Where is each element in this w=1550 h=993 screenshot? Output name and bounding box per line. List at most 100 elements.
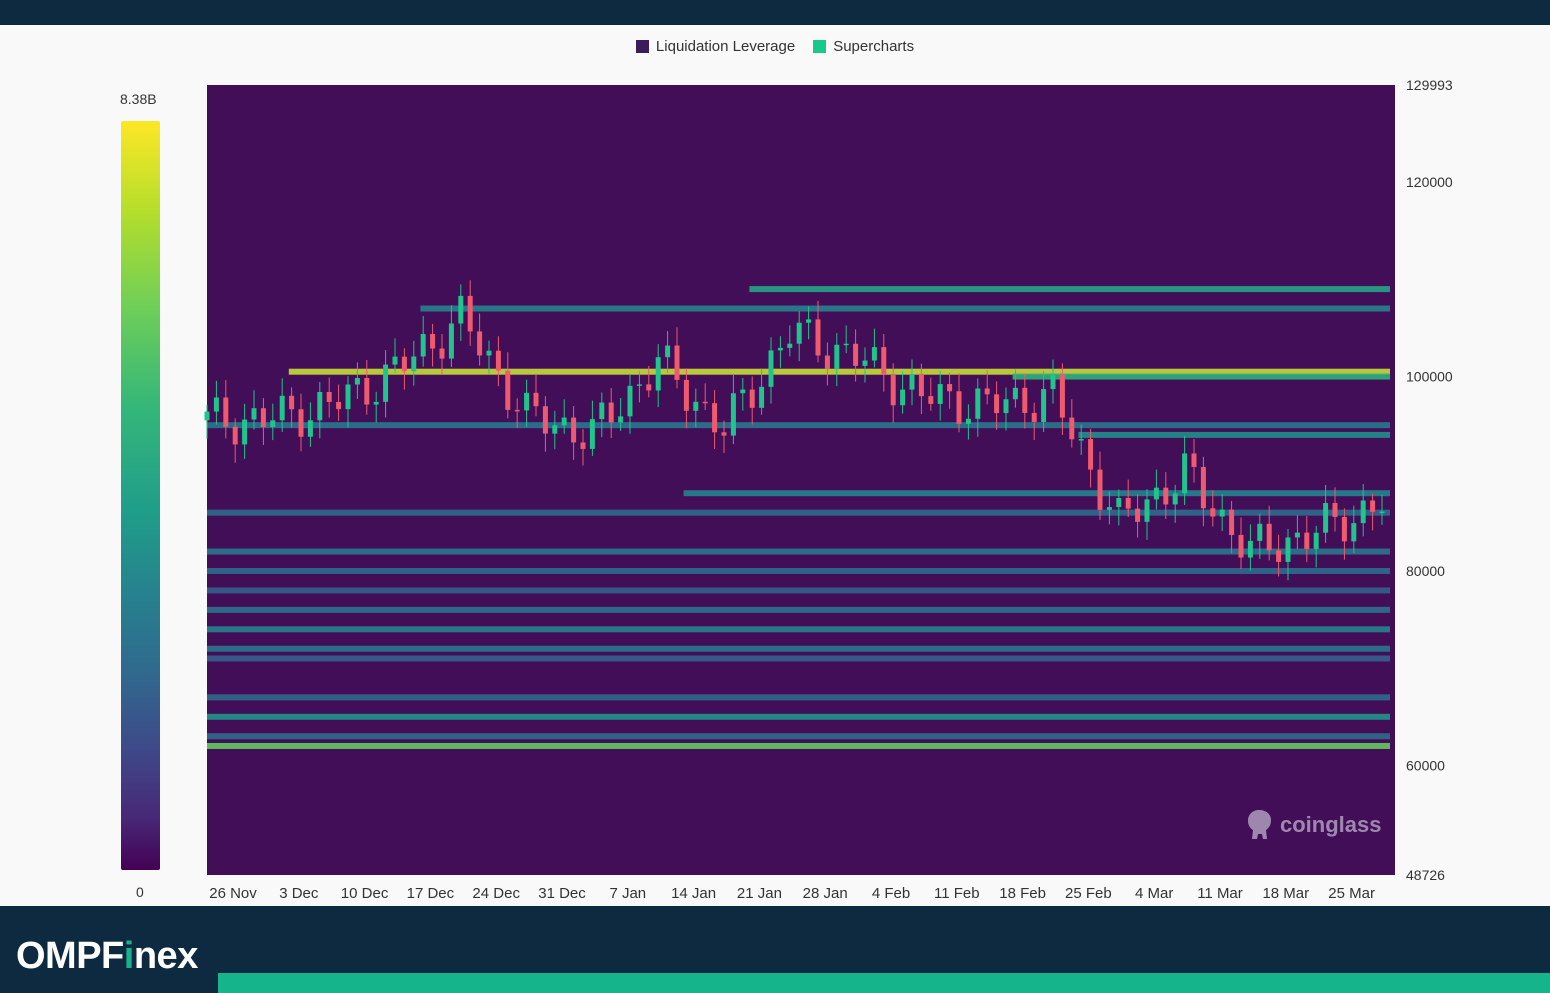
candle-body [815,319,821,356]
candle-body [1210,508,1216,517]
candle-body [674,345,680,380]
candle-body [890,375,896,406]
candle-body [204,411,210,421]
liquidation-band [207,422,1390,429]
candle-body [956,391,962,424]
x-tick-label: 11 Feb [934,885,980,902]
x-tick-label: 28 Jan [803,885,848,902]
candle-body [994,394,1000,414]
liquidation-band [207,694,1390,701]
candle-body [777,347,783,351]
candle-body [1125,498,1131,509]
candle-body [336,401,342,410]
candle-body [345,384,351,410]
candle-body [721,432,727,436]
candle-body [326,392,332,402]
candle-body [317,392,323,421]
candle-body [1238,535,1244,558]
candle-body [702,401,708,404]
candle-body [1059,375,1065,418]
liquidation-band [1078,431,1390,438]
liquidation-band [207,713,1390,720]
candle-body [796,322,802,344]
candle-body [1088,439,1094,470]
candle-body [505,370,511,410]
heatmap-chart[interactable]: 129993 120000 100000 80000 60000 48726 26 Nov… [0,0,1550,993]
liquidation-band [1012,373,1390,380]
candle-body [1078,439,1084,441]
candle-body [1097,469,1103,510]
candle-body [947,384,953,392]
x-tick-label: 24 Dec [472,885,520,902]
y-tick-label: 120000 [1406,174,1453,190]
candle-body [627,385,633,417]
candle-body [824,355,830,369]
candle-body [1379,511,1385,514]
candle-body [279,395,285,421]
candle-body [383,364,389,402]
candle-body [1351,523,1357,542]
candle-body [759,386,765,408]
candle-body [364,378,370,405]
x-tick-label: 11 Mar [1197,885,1243,902]
candle-body [552,425,558,434]
x-tick-label: 17 Dec [407,885,455,902]
candle-body [307,420,313,437]
candle-body [477,331,483,356]
candle-body [298,409,304,437]
candle-body [1022,387,1028,413]
candle-body [683,379,689,411]
candle-body [392,356,398,365]
candle-body [439,348,445,359]
candle-body [251,408,257,420]
liquidation-band [207,567,1390,574]
x-tick-label: 3 Dec [279,885,319,902]
candle-body [1276,550,1282,562]
candle-body [1219,509,1225,517]
candle-body [730,393,736,436]
candle-body [834,344,840,369]
candle-body [1285,537,1291,562]
candle-body [806,319,812,323]
candle-body [871,347,877,361]
candle-body [1135,508,1141,522]
y-tick-label: 60000 [1406,757,1445,773]
candle-body [289,395,295,410]
candle-body [928,396,934,404]
candle-body [1031,412,1037,422]
candle-body [373,401,379,405]
candle-body [1294,532,1300,538]
candle-body [636,384,642,386]
candle-body [1163,487,1169,505]
candle-body [223,397,229,427]
candle-body [458,295,464,324]
x-tick-label: 26 Nov [209,885,257,902]
liquidation-band [207,587,1390,594]
x-tick-label: 7 Jan [609,885,646,902]
candle-body [1332,503,1338,517]
footer-accent-stripe [218,973,1550,993]
candle-body [853,343,859,366]
candle-body [1069,417,1075,440]
y-tick-label: 48726 [1406,867,1445,883]
liquidation-band [207,645,1390,652]
candle-body [655,357,661,391]
candle-body [1370,500,1376,512]
candle-body [580,442,586,449]
candle-body [984,388,990,395]
coinglass-watermark: coinglass [1244,808,1381,842]
liquidation-band [207,606,1390,613]
candle-body [909,373,915,390]
candle-body [1041,389,1047,422]
y-axis: 129993 120000 100000 80000 60000 48726 [1406,77,1453,883]
liquidation-band [420,305,1390,312]
candle-body [354,378,360,385]
brand-prefix: OMPF [16,935,124,977]
candle-body [1266,523,1272,551]
candle-body [918,373,924,397]
x-tick-label: 18 Feb [999,885,1046,902]
liquidation-band [749,286,1390,293]
candle-body [430,333,436,349]
candle-body [524,392,530,411]
y-tick-label: 129993 [1406,77,1453,93]
